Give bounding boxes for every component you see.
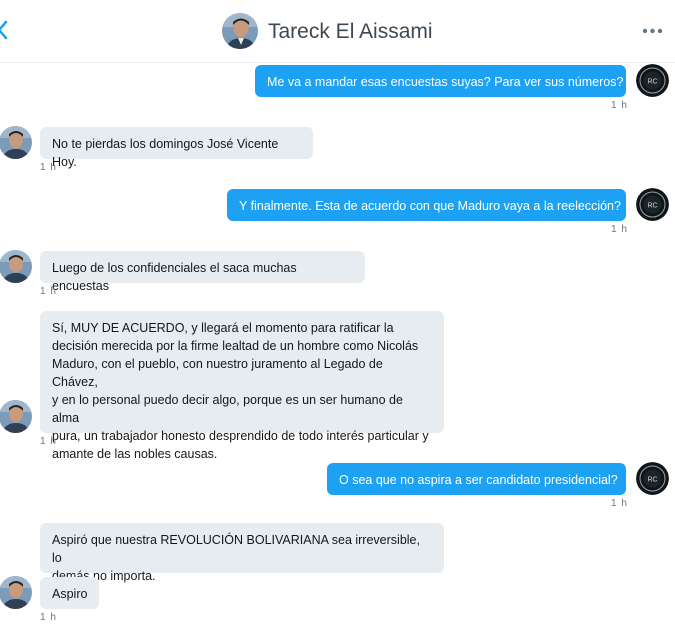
- message-bubble-outgoing[interactable]: O sea que no aspira a ser candidato pres…: [327, 463, 626, 495]
- user-avatar[interactable]: RC: [636, 64, 669, 97]
- user-avatar[interactable]: RC: [636, 188, 669, 221]
- conversation-header: Tareck El Aissami: [0, 0, 675, 63]
- message-bubble-incoming[interactable]: Aspiro: [40, 577, 99, 609]
- contact-avatar[interactable]: [0, 400, 32, 433]
- message-bubble-incoming[interactable]: No te pierdas los domingos José Vicente …: [40, 127, 313, 169]
- message-timestamp: 1 h: [611, 498, 628, 509]
- message-bubble-incoming[interactable]: Aspiró que nuestra REVOLUCIÓN BOLIVARIAN…: [40, 523, 444, 583]
- user-badge: RC: [647, 203, 657, 210]
- more-horizontal-icon[interactable]: [640, 22, 666, 40]
- message-timestamp: 1 h: [40, 612, 57, 623]
- user-avatar[interactable]: RC: [636, 462, 669, 495]
- message-timestamp: 1 h: [40, 286, 57, 297]
- contact-avatar[interactable]: [0, 576, 32, 609]
- message-timestamp: 1 h: [40, 436, 57, 447]
- message-bubble-outgoing[interactable]: Me va a mandar esas encuestas suyas? Par…: [255, 65, 626, 97]
- contact-avatar[interactable]: [0, 250, 32, 283]
- message-bubble-incoming[interactable]: Luego de los confidenciales el saca much…: [40, 251, 365, 293]
- message-timestamp: 1 h: [611, 100, 628, 111]
- user-badge: RC: [647, 79, 657, 86]
- contact-avatar[interactable]: [0, 126, 32, 159]
- message-bubble-outgoing[interactable]: Y finalmente. Esta de acuerdo con que Ma…: [227, 189, 626, 221]
- message-timestamp: 1 h: [40, 162, 57, 173]
- contact-name: Tareck El Aissami: [268, 20, 433, 43]
- contact-avatar[interactable]: [222, 13, 258, 49]
- user-badge: RC: [647, 477, 657, 484]
- message-timestamp: 1 h: [611, 224, 628, 235]
- chevron-left-icon[interactable]: [0, 18, 10, 42]
- message-bubble-incoming[interactable]: Sí, MUY DE ACUERDO, y llegará el momento…: [40, 311, 444, 461]
